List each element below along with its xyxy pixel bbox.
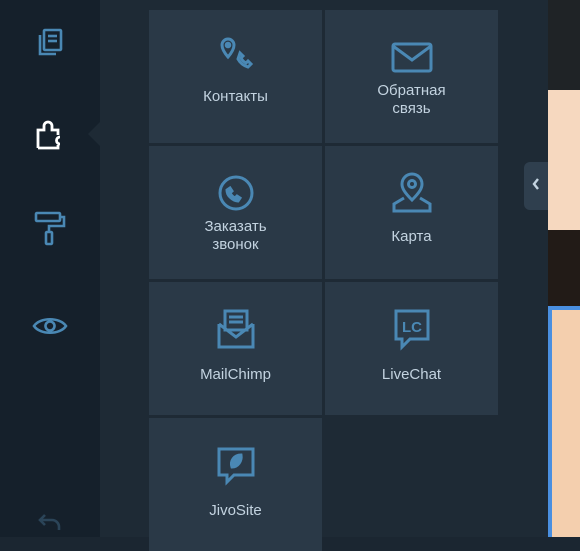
- widget-callback-label-line1: Заказать: [204, 218, 267, 235]
- svg-text:LC: LC: [402, 319, 422, 336]
- map-pin-icon: [390, 168, 434, 218]
- widget-jivosite-label: JivoSite: [209, 502, 262, 519]
- sidebar-item-preview[interactable]: [28, 304, 72, 348]
- sidebar-item-design[interactable]: [28, 206, 72, 250]
- sidebar-item-pages[interactable]: [28, 20, 72, 64]
- phone-circle-icon: [216, 168, 256, 218]
- paint-roller-icon: [33, 210, 67, 246]
- widgets-panel: Контакты Обратная связь Заказать звонок: [100, 0, 548, 551]
- active-indicator: [88, 122, 100, 146]
- widget-callback-label: Заказать звонок: [204, 218, 266, 254]
- widget-contacts-label: Контакты: [203, 88, 268, 105]
- sidebar-item-undo[interactable]: [28, 500, 72, 544]
- panel-collapse-button[interactable]: [524, 162, 548, 210]
- widget-contacts[interactable]: Контакты: [149, 10, 322, 143]
- pages-icon: [35, 27, 65, 57]
- widget-livechat[interactable]: LC LiveChat: [325, 282, 498, 415]
- canvas-block-section: [548, 90, 580, 230]
- widget-feedback[interactable]: Обратная связь: [325, 10, 498, 143]
- jivosite-chat-icon: [214, 440, 258, 490]
- widget-map[interactable]: Карта: [325, 146, 498, 279]
- widget-mailchimp-label: MailChimp: [200, 366, 271, 383]
- location-phone-icon: [216, 32, 256, 82]
- sidebar-item-apps[interactable]: [28, 112, 72, 156]
- widget-feedback-label: Обратная связь: [377, 82, 445, 118]
- page-canvas-preview[interactable]: [548, 0, 580, 537]
- canvas-block-section: [548, 230, 580, 306]
- sidebar-rail: [0, 0, 100, 537]
- puzzle-apps-icon: [33, 117, 67, 151]
- widget-feedback-label-line2: связь: [392, 100, 431, 117]
- chevron-left-icon: [531, 177, 541, 196]
- envelope-icon: [390, 32, 434, 82]
- undo-icon: [37, 512, 63, 532]
- widget-callback[interactable]: Заказать звонок: [149, 146, 322, 279]
- widget-callback-label-line2: звонок: [212, 236, 259, 253]
- mail-letter-icon: [216, 304, 256, 354]
- canvas-block-header: [548, 0, 580, 90]
- livechat-bubble-icon: LC: [390, 304, 434, 354]
- eye-preview-icon: [32, 314, 68, 338]
- widget-livechat-label: LiveChat: [381, 366, 442, 383]
- widget-mailchimp[interactable]: MailChimp: [149, 282, 322, 415]
- canvas-block-selected: [548, 306, 580, 537]
- widget-map-label: Карта: [391, 228, 432, 245]
- widget-jivosite[interactable]: JivoSite: [149, 418, 322, 551]
- widget-feedback-label-line1: Обратная: [377, 82, 446, 99]
